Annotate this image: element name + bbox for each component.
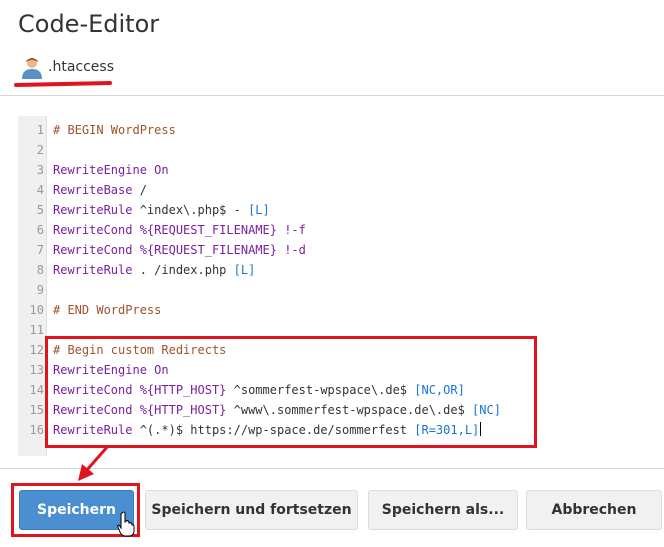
code-token: RewriteCond [53,223,133,237]
save-as-button[interactable]: Speichern als... [368,490,518,530]
code-token: %{REQUEST_FILENAME} [132,243,277,257]
line-number: 4 [36,183,44,197]
divider [0,468,664,469]
line-number: 13 [29,363,44,377]
code-token: # END WordPress [53,303,162,317]
line-number: 6 [36,223,44,237]
save-and-continue-button[interactable]: Speichern und fortsetzen [145,490,358,530]
line-number: 10 [29,303,44,317]
code-text[interactable]: # BEGIN WordPress [53,120,176,140]
code-token: RewriteCond [53,243,133,257]
code-token: [L] [248,203,270,217]
code-token: . /index.php [132,263,234,277]
user-avatar-icon [20,55,44,79]
code-token: / [132,183,147,197]
code-token: RewriteEngine On [53,163,169,177]
file-label: .htaccess [20,54,114,80]
code-token: [L] [233,263,256,277]
cancel-button[interactable]: Abbrechen [526,490,662,530]
code-text[interactable]: RewriteRule ^index\.php$ - [L] [53,200,270,220]
annotation-highlight-box [45,336,537,448]
annotation-underline [13,80,113,88]
code-token: ^index\.php$ - [132,203,249,217]
line-number: 11 [29,323,44,337]
line-number: 14 [29,383,44,397]
line-number: 16 [29,423,44,437]
line-number: 1 [36,123,44,137]
line-number: 2 [36,143,44,157]
line-number: 9 [36,283,44,297]
divider [0,95,664,96]
line-number: 15 [29,403,44,417]
code-token: RewriteRule [53,263,133,277]
code-text[interactable]: RewriteCond %{REQUEST_FILENAME} !-f [53,220,306,240]
code-token: %{REQUEST_FILENAME} [132,223,277,237]
hand-pointer-icon [117,511,135,537]
code-token: !-d [276,243,306,257]
line-number: 7 [36,243,44,257]
code-text[interactable]: RewriteEngine On [53,160,169,180]
code-token: # BEGIN WordPress [53,123,176,137]
code-token: !-f [276,223,306,237]
code-text[interactable]: RewriteRule . /index.php [L] [53,260,255,280]
code-text[interactable]: # END WordPress [53,300,161,320]
page-title: Code-Editor [18,10,160,38]
code-text[interactable]: RewriteCond %{REQUEST_FILENAME} !-d [53,240,306,260]
line-number: 8 [36,263,44,277]
code-token: RewriteRule [53,203,133,217]
file-name: .htaccess [48,59,114,75]
line-number: 5 [36,203,44,217]
code-token: RewriteBase [53,183,133,197]
line-number: 12 [29,343,44,357]
code-text[interactable]: RewriteBase / [53,180,147,200]
line-number: 3 [36,163,44,177]
